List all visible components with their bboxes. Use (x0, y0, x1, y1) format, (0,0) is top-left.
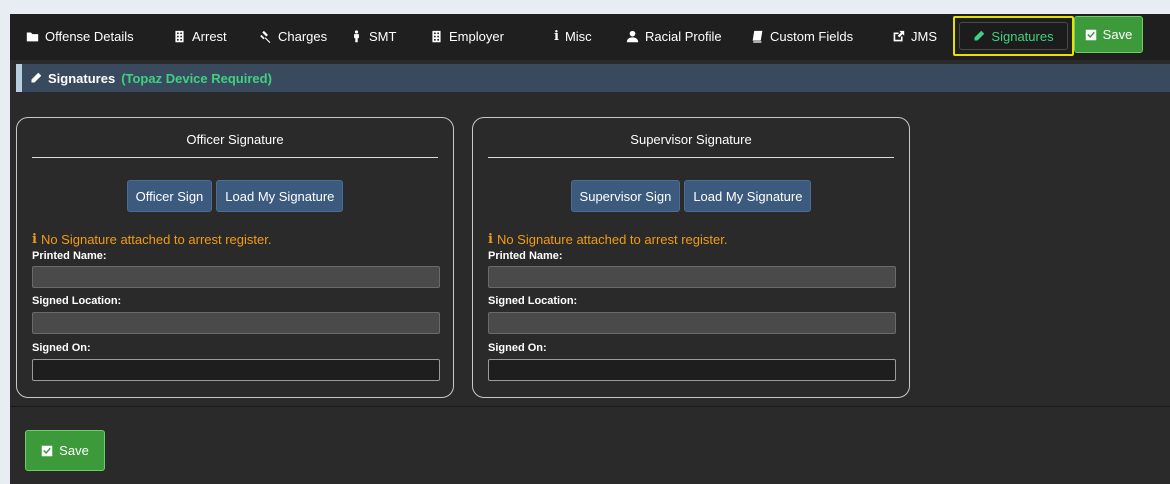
user-icon (626, 30, 639, 42)
tab-label: Charges (278, 28, 328, 44)
male-icon (354, 29, 359, 42)
load-my-signature-button[interactable]: Load My Signature (684, 180, 812, 212)
signed-location-label: Signed Location: (32, 295, 122, 307)
footer-divider (10, 406, 1170, 407)
tab-label: Racial Profile (645, 28, 722, 44)
tab-label: Employer (449, 28, 504, 44)
building-icon (175, 30, 184, 42)
warning-text: No Signature attached to arrest register… (40, 232, 272, 247)
footer-save-button[interactable]: Save (25, 430, 105, 471)
signed-on-label: Signed On: (488, 342, 547, 354)
tab-employer[interactable]: Employer (430, 22, 504, 50)
gavel-icon (260, 30, 271, 43)
tab-offense-details[interactable]: Offense Details (26, 22, 134, 50)
warning-text: No Signature attached to arrest register… (496, 232, 728, 247)
signed-location-label: Signed Location: (488, 295, 578, 307)
tab-signatures[interactable]: Signatures (959, 22, 1068, 50)
building-icon (432, 30, 441, 42)
info-icon: i (32, 232, 37, 247)
button-row: Officer Sign Load My Signature (17, 180, 453, 212)
divider (32, 157, 438, 158)
tab-label: Offense Details (45, 28, 134, 44)
book-icon (752, 30, 763, 43)
supervisor-signature-panel: Supervisor Signature Supervisor Sign Loa… (472, 117, 910, 398)
tab-label: Arrest (192, 28, 227, 44)
section-title: Signatures (48, 70, 116, 86)
officer-sign-button[interactable]: Officer Sign (126, 180, 213, 212)
tab-label: Misc (564, 28, 592, 44)
tab-arrest[interactable]: Arrest (173, 22, 227, 50)
save-label: Save (1102, 27, 1133, 42)
tab-smt[interactable]: SMT (350, 22, 396, 50)
printed-name-field[interactable] (32, 266, 440, 288)
info-icon: i (488, 232, 493, 247)
printed-name-label: Printed Name: (488, 250, 563, 262)
top-nav: Offense Details Arrest Charges SMT Emplo… (10, 14, 1170, 60)
signed-location-field[interactable] (488, 312, 896, 334)
tab-charges[interactable]: Charges (259, 22, 327, 50)
officer-signature-panel: Officer Signature Officer Sign Load My S… (16, 117, 454, 398)
panel-title: Officer Signature (186, 132, 284, 147)
printed-name-field[interactable] (488, 266, 896, 288)
folder-icon (26, 31, 39, 41)
warning-message: i No Signature attached to arrest regist… (32, 232, 271, 247)
tab-signatures-highlight: Signatures (953, 16, 1074, 56)
device-requirement-note: (Topaz Device Required) (121, 70, 272, 86)
tab-label: JMS (911, 28, 937, 44)
arrest-record-app: Offense Details Arrest Charges SMT Emplo… (10, 14, 1170, 484)
tab-jms[interactable]: JMS (892, 22, 937, 50)
signed-on-field[interactable] (32, 359, 440, 381)
pencil-icon (974, 30, 985, 41)
tab-label: SMT (369, 28, 397, 44)
supervisor-sign-button[interactable]: Supervisor Sign (570, 180, 681, 212)
tab-label: Signatures (991, 28, 1054, 44)
save-label: Save (59, 443, 89, 458)
check-square-icon (41, 445, 53, 456)
load-my-signature-button[interactable]: Load My Signature (216, 180, 344, 212)
signed-on-field[interactable] (488, 359, 896, 381)
warning-message: i No Signature attached to arrest regist… (488, 232, 727, 247)
printed-name-label: Printed Name: (32, 250, 107, 262)
external-link-icon (893, 30, 905, 41)
check-square-icon (1085, 29, 1096, 40)
pencil-icon (31, 72, 42, 83)
divider (488, 157, 894, 158)
signed-location-field[interactable] (32, 312, 440, 334)
section-header: Signatures (Topaz Device Required) (16, 64, 1170, 92)
info-icon: i (554, 28, 559, 44)
tab-racial-profile[interactable]: Racial Profile (626, 22, 722, 50)
tab-custom-fields[interactable]: Custom Fields (751, 22, 853, 50)
top-save-button[interactable]: Save (1074, 16, 1143, 53)
button-row: Supervisor Sign Load My Signature (473, 180, 909, 212)
tab-misc[interactable]: i Misc (554, 22, 592, 50)
tab-label: Custom Fields (770, 28, 854, 44)
panel-title: Supervisor Signature (630, 132, 752, 147)
signed-on-label: Signed On: (32, 342, 91, 354)
